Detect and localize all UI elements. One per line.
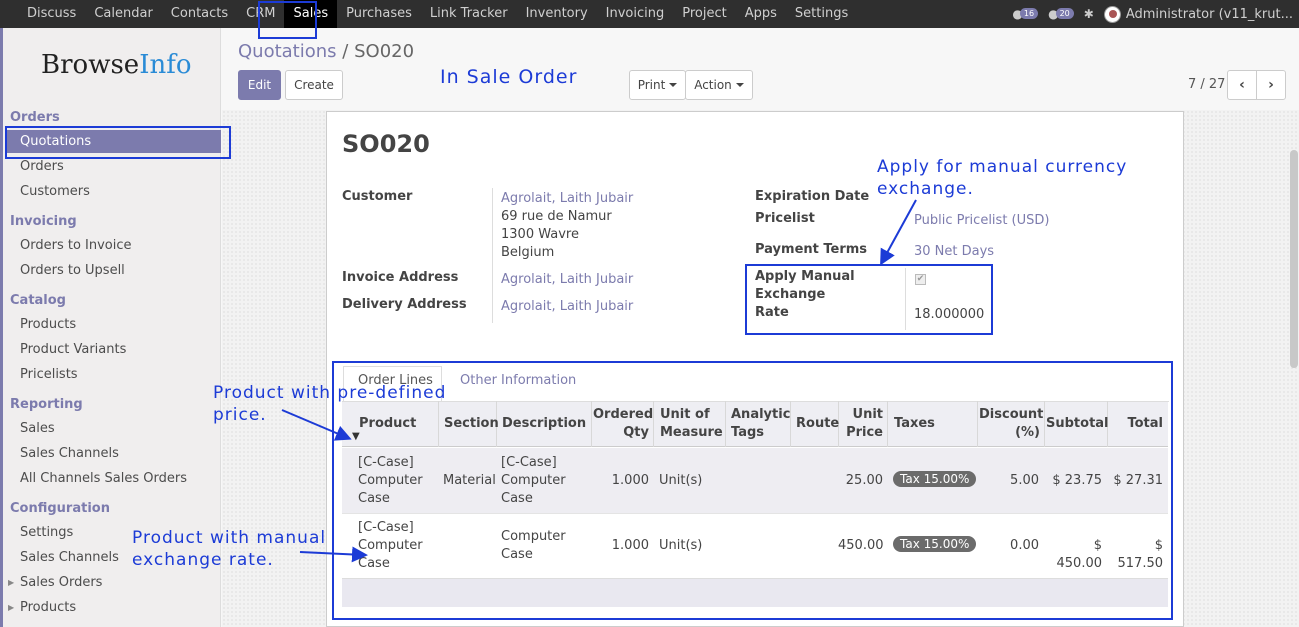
- arrow-to-row1: [281, 409, 352, 441]
- arrow-to-manual-rate: [880, 199, 917, 266]
- arrow-to-row2: [299, 546, 368, 563]
- annotation-arrows: [281, 199, 917, 563]
